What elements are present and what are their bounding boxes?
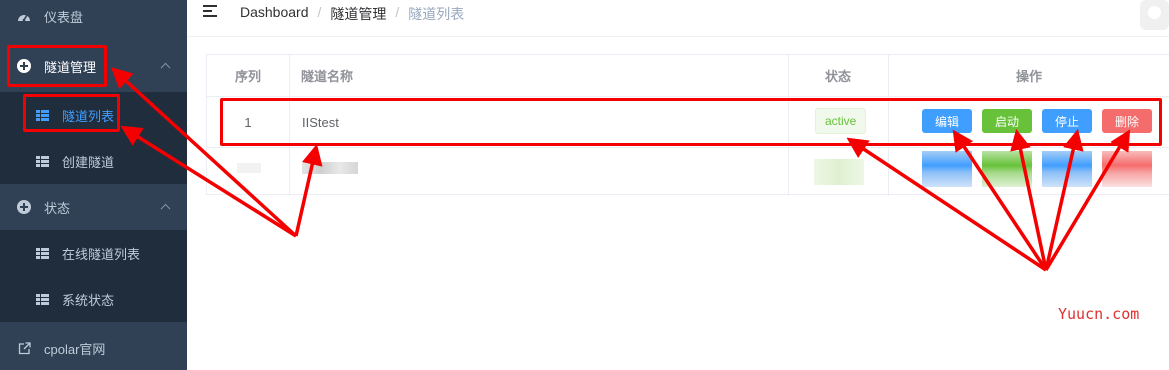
- sidebar-item-cpolar-site[interactable]: cpolar官网: [0, 325, 187, 370]
- sidebar-item-label: 系统状态: [62, 292, 115, 308]
- plus-circle-icon: [16, 199, 32, 215]
- sidebar-item-create-tunnel[interactable]: 创建隧道: [0, 138, 187, 184]
- redacted-cell: [1042, 151, 1092, 187]
- sidebar-item-label: 在线隧道列表: [62, 246, 141, 262]
- breadcrumb-tunnel-list: 隧道列表: [408, 6, 465, 22]
- sidebar-item-label: 仪表盘: [44, 9, 84, 25]
- annotation-box-tunnel-row: [220, 98, 1162, 146]
- header-divider: [187, 36, 1169, 37]
- sidebar-item-label: 状态: [44, 200, 71, 216]
- redacted-cell: [237, 163, 261, 173]
- chevron-up-icon: [160, 62, 171, 73]
- sidebar-item-label: cpolar官网: [44, 341, 106, 357]
- column-header-name: 隧道名称: [289, 55, 788, 97]
- column-header-index: 序列: [207, 55, 289, 97]
- table-icon: [34, 291, 50, 307]
- breadcrumb: Dashboard / 隧道管理 / 隧道列表: [240, 4, 464, 24]
- redacted-cell: [814, 159, 864, 185]
- external-link-icon: [16, 340, 32, 356]
- redacted-cell: [1102, 151, 1152, 187]
- hamburger-icon[interactable]: [203, 4, 217, 18]
- sidebar-item-online-tunnels[interactable]: 在线隧道列表: [0, 230, 187, 276]
- column-header-actions: 操作: [888, 55, 1169, 97]
- row-divider: [207, 147, 1169, 148]
- sidebar-item-system-status[interactable]: 系统状态: [0, 276, 187, 322]
- sidebar-item-dashboard[interactable]: 仪表盘: [0, 0, 187, 39]
- dashboard-icon: [16, 8, 32, 24]
- redacted-cell: [982, 151, 1032, 187]
- watermark: Yuucn.com: [1058, 305, 1140, 323]
- sidebar-item-label: 创建隧道: [62, 154, 115, 170]
- table-icon: [34, 245, 50, 261]
- column-header-status: 状态: [788, 55, 888, 97]
- breadcrumb-separator: /: [395, 4, 400, 20]
- annotation-box-tunnel-management: [7, 45, 107, 87]
- breadcrumb-tunnel-management: 隧道管理: [330, 6, 387, 22]
- avatar[interactable]: [1140, 0, 1169, 30]
- breadcrumb-separator: /: [317, 4, 322, 20]
- breadcrumb-dashboard[interactable]: Dashboard: [240, 4, 309, 24]
- chevron-up-icon: [160, 203, 171, 214]
- app-root: 仪表盘 隧道管理 隧道列表 创建隧道 状态 在线隧道列表 系统状态 cpolar…: [0, 0, 1169, 370]
- redacted-cell: [302, 162, 358, 174]
- table-icon: [34, 153, 50, 169]
- sidebar-item-status[interactable]: 状态: [0, 184, 187, 230]
- annotation-box-tunnel-list: [23, 94, 120, 132]
- redacted-cell: [922, 151, 972, 187]
